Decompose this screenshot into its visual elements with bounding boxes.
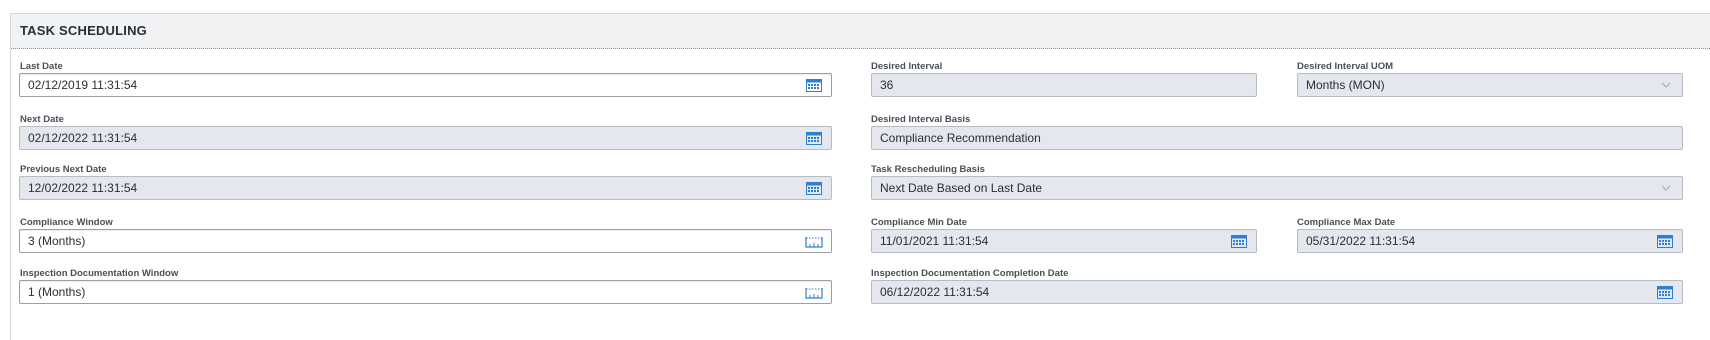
desired-interval-basis-field: Compliance Recommendation bbox=[871, 126, 1683, 150]
last-date-field[interactable]: 02/12/2019 11:31:54 bbox=[19, 73, 832, 97]
calendar-icon bbox=[805, 180, 823, 196]
next-date-field: 02/12/2022 11:31:54 bbox=[19, 126, 832, 150]
desired-interval-basis-label: Desired Interval Basis bbox=[871, 114, 971, 125]
desired-interval-uom-value: Months (MON) bbox=[1306, 78, 1385, 92]
compliance-window-field[interactable]: 3 (Months) bbox=[19, 229, 832, 253]
calendar-icon[interactable] bbox=[805, 77, 823, 93]
compliance-window-label: Compliance Window bbox=[20, 217, 113, 228]
next-date-value: 02/12/2022 11:31:54 bbox=[28, 131, 138, 145]
compliance-window-value: 3 (Months) bbox=[28, 234, 86, 248]
calendar-icon bbox=[805, 130, 823, 146]
inspection-documentation-window-field[interactable]: 1 (Months) bbox=[19, 280, 832, 304]
compliance-min-date-value: 11/01/2021 11:31:54 bbox=[880, 234, 989, 248]
desired-interval-basis-value: Compliance Recommendation bbox=[880, 131, 1041, 145]
desired-interval-value: 36 bbox=[880, 78, 894, 92]
ruler-icon[interactable] bbox=[805, 284, 823, 300]
compliance-max-date-value: 05/31/2022 11:31:54 bbox=[1306, 234, 1416, 248]
compliance-min-date-field: 11/01/2021 11:31:54 bbox=[871, 229, 1257, 253]
inspection-documentation-completion-date-value: 06/12/2022 11:31:54 bbox=[880, 285, 990, 299]
compliance-min-date-label: Compliance Min Date bbox=[871, 217, 968, 228]
section-title: TASK SCHEDULING bbox=[20, 23, 147, 38]
inspection-documentation-completion-date-field: 06/12/2022 11:31:54 bbox=[871, 280, 1683, 304]
calendar-icon bbox=[1656, 284, 1674, 300]
inspection-documentation-window-label: Inspection Documentation Window bbox=[20, 268, 179, 279]
task-rescheduling-basis-value: Next Date Based on Last Date bbox=[880, 181, 1043, 195]
calendar-icon bbox=[1230, 233, 1248, 249]
ruler-icon[interactable] bbox=[805, 233, 823, 249]
previous-next-date-value: 12/02/2022 11:31:54 bbox=[28, 181, 138, 195]
desired-interval-label: Desired Interval bbox=[871, 61, 943, 72]
task-rescheduling-basis-select: Next Date Based on Last Date bbox=[871, 176, 1683, 200]
compliance-max-date-field: 05/31/2022 11:31:54 bbox=[1297, 229, 1683, 253]
inspection-documentation-window-value: 1 (Months) bbox=[28, 285, 86, 299]
calendar-icon bbox=[1656, 233, 1674, 249]
next-date-label: Next Date bbox=[20, 114, 64, 125]
chevron-down-icon bbox=[1661, 185, 1671, 191]
previous-next-date-field: 12/02/2022 11:31:54 bbox=[19, 176, 832, 200]
task-rescheduling-basis-label: Task Rescheduling Basis bbox=[871, 164, 985, 175]
section-header: TASK SCHEDULING bbox=[11, 14, 1710, 49]
desired-interval-uom-select: Months (MON) bbox=[1297, 73, 1683, 97]
last-date-value: 02/12/2019 11:31:54 bbox=[28, 78, 138, 92]
chevron-down-icon bbox=[1661, 82, 1671, 88]
last-date-label: Last Date bbox=[20, 61, 63, 72]
desired-interval-field: 36 bbox=[871, 73, 1257, 97]
desired-interval-uom-label: Desired Interval UOM bbox=[1297, 61, 1394, 72]
previous-next-date-label: Previous Next Date bbox=[20, 164, 107, 175]
compliance-max-date-label: Compliance Max Date bbox=[1297, 217, 1396, 228]
inspection-documentation-completion-date-label: Inspection Documentation Completion Date bbox=[871, 268, 1069, 279]
